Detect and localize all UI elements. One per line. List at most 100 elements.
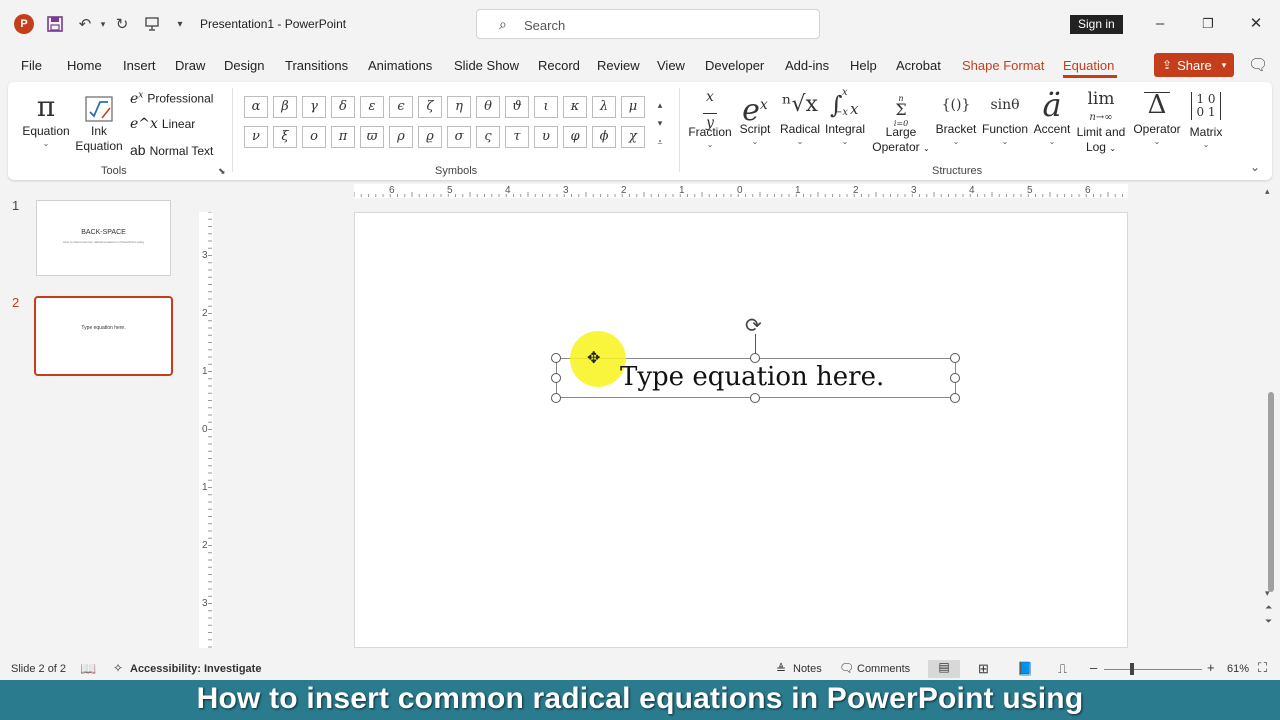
symbol-rho[interactable]: ρ xyxy=(389,126,413,148)
previous-slide-icon[interactable]: ⏶ xyxy=(1265,602,1272,613)
gallery-scroll-up-icon[interactable]: ▴ xyxy=(653,96,667,114)
symbol-theta[interactable]: θ xyxy=(476,96,500,118)
tab-view[interactable]: View xyxy=(657,58,685,73)
slide-thumbnail-1[interactable]: BACK-SPACE How to insert common radical … xyxy=(36,200,171,276)
normal-view-icon[interactable]: ▤ xyxy=(928,660,960,678)
accessibility-status[interactable]: Accessibility: Investigate xyxy=(130,663,261,675)
comments-button[interactable]: Comments xyxy=(857,663,910,675)
tab-review[interactable]: Review xyxy=(597,58,640,73)
zoom-slider-track[interactable] xyxy=(1104,669,1202,670)
integral-button[interactable]: ∫ x −x x Integral ⌄ xyxy=(822,87,868,147)
search-input[interactable]: ⌕ Search xyxy=(476,9,820,39)
matrix-button[interactable]: 1 0 0 1 Matrix ⌄ xyxy=(1184,88,1228,150)
share-button[interactable]: ⇪ Share ▾ xyxy=(1154,53,1234,77)
tab-add-ins[interactable]: Add-ins xyxy=(785,58,829,73)
symbol-mu[interactable]: μ xyxy=(621,96,645,118)
equation-button[interactable]: π Equation ⌄ xyxy=(20,90,72,149)
symbol-kappa[interactable]: κ xyxy=(563,96,587,118)
function-button[interactable]: sinθ Function ⌄ xyxy=(979,88,1031,147)
symbol-omicron[interactable]: ο xyxy=(302,126,326,148)
tab-help[interactable]: Help xyxy=(850,58,877,73)
symbol-alpha[interactable]: α xyxy=(244,96,268,118)
symbol-lambda[interactable]: λ xyxy=(592,96,616,118)
symbol-final-sigma[interactable]: ς xyxy=(476,126,500,148)
zoom-level[interactable]: 61% xyxy=(1227,663,1249,675)
bracket-button[interactable]: {()} Bracket ⌄ xyxy=(934,88,978,147)
notes-icon[interactable]: ≜ xyxy=(776,662,786,676)
accessibility-icon[interactable]: ✧ xyxy=(113,661,123,675)
symbol-xi[interactable]: ξ xyxy=(273,126,297,148)
tab-acrobat[interactable]: Acrobat xyxy=(896,58,941,73)
zoom-in-icon[interactable]: + xyxy=(1207,660,1215,675)
normal-text-button[interactable]: ab Normal Text xyxy=(130,142,213,158)
symbol-nu[interactable]: ν xyxy=(244,126,268,148)
dialog-launcher-icon[interactable]: ⬊ xyxy=(218,166,226,177)
slide-sorter-icon[interactable]: ⊞ xyxy=(978,661,989,677)
next-slide-icon[interactable]: ⏷ xyxy=(1265,616,1272,627)
sign-in-button[interactable]: Sign in xyxy=(1070,15,1123,34)
symbol-rho-variant[interactable]: ϱ xyxy=(418,126,442,148)
tab-transitions[interactable]: Transitions xyxy=(285,58,348,73)
resize-handle-top-left[interactable] xyxy=(551,353,561,363)
minimize-icon[interactable]: – xyxy=(1148,12,1172,36)
spelling-check-icon[interactable]: 📖 xyxy=(80,661,96,677)
slide-canvas[interactable] xyxy=(354,212,1128,648)
symbol-zeta[interactable]: ζ xyxy=(418,96,442,118)
present-icon[interactable] xyxy=(142,14,162,34)
comments-icon[interactable]: 🗨 xyxy=(839,661,854,675)
zoom-out-icon[interactable]: – xyxy=(1090,660,1097,675)
symbol-phi-variant[interactable]: ϕ xyxy=(592,126,616,148)
tab-insert[interactable]: Insert xyxy=(123,58,156,73)
slide-thumbnail-2[interactable]: Type equation here. xyxy=(34,296,173,376)
symbol-iota[interactable]: ι xyxy=(534,96,558,118)
undo-dropdown-icon[interactable]: ▾ xyxy=(93,14,113,34)
resize-handle-bottom[interactable] xyxy=(750,393,760,403)
tab-shape-format[interactable]: Shape Format xyxy=(962,58,1044,73)
professional-button[interactable]: ex Professional xyxy=(130,90,213,107)
tab-record[interactable]: Record xyxy=(538,58,580,73)
resize-handle-bottom-left[interactable] xyxy=(551,393,561,403)
operator-button[interactable]: Δ Operator ⌄ xyxy=(1130,88,1184,147)
linear-button[interactable]: e^x Linear xyxy=(130,116,195,132)
tab-design[interactable]: Design xyxy=(224,58,264,73)
zoom-slider-handle[interactable] xyxy=(1129,663,1134,675)
limit-and-log-button[interactable]: lim n→∞ Limit and Log ⌄ xyxy=(1073,88,1129,156)
tab-file[interactable]: File xyxy=(21,58,42,73)
resize-handle-right[interactable] xyxy=(950,373,960,383)
tab-slide-show[interactable]: Slide Show xyxy=(454,58,519,73)
restore-icon[interactable]: ❐ xyxy=(1196,12,1220,36)
notes-button[interactable]: Notes xyxy=(793,663,822,675)
rotate-handle-icon[interactable]: ⟳ xyxy=(745,313,762,338)
tab-animations[interactable]: Animations xyxy=(368,58,432,73)
tab-developer[interactable]: Developer xyxy=(705,58,764,73)
symbol-pi-variant[interactable]: ϖ xyxy=(360,126,384,148)
radical-button[interactable]: ⁿ√x Radical ⌄ xyxy=(777,88,823,147)
resize-handle-left[interactable] xyxy=(551,373,561,383)
comments-pane-icon[interactable]: 🗨 xyxy=(1248,55,1268,75)
symbol-tau[interactable]: τ xyxy=(505,126,529,148)
symbol-phi[interactable]: φ xyxy=(563,126,587,148)
scroll-down-icon[interactable]: ▾ xyxy=(1265,588,1270,599)
reading-view-icon[interactable]: 📘 xyxy=(1017,661,1033,677)
scroll-up-icon[interactable]: ▴ xyxy=(1265,186,1270,197)
symbol-epsilon[interactable]: ε xyxy=(360,96,384,118)
symbol-delta[interactable]: δ xyxy=(331,96,355,118)
resize-handle-top-right[interactable] xyxy=(950,353,960,363)
symbol-chi[interactable]: χ xyxy=(621,126,645,148)
gallery-more-icon[interactable]: ⩡ xyxy=(653,133,667,151)
symbol-theta-variant[interactable]: ϑ xyxy=(505,96,529,118)
slide-show-icon[interactable]: ⎍ xyxy=(1058,661,1067,677)
vertical-scrollbar-thumb[interactable] xyxy=(1268,392,1274,592)
gallery-scroll-down-icon[interactable]: ▾ xyxy=(653,114,667,132)
tab-equation[interactable]: Equation xyxy=(1063,58,1114,73)
redo-icon[interactable]: ↻ xyxy=(112,14,132,34)
symbol-upsilon[interactable]: υ xyxy=(534,126,558,148)
resize-handle-bottom-right[interactable] xyxy=(950,393,960,403)
tab-home[interactable]: Home xyxy=(67,58,102,73)
undo-icon[interactable]: ↶ xyxy=(75,14,95,34)
symbol-pi[interactable]: π xyxy=(331,126,355,148)
symbol-eta[interactable]: η xyxy=(447,96,471,118)
tab-draw[interactable]: Draw xyxy=(175,58,205,73)
symbol-lunate-epsilon[interactable]: ϵ xyxy=(389,96,413,118)
collapse-ribbon-icon[interactable]: ⌄ xyxy=(1250,160,1260,174)
